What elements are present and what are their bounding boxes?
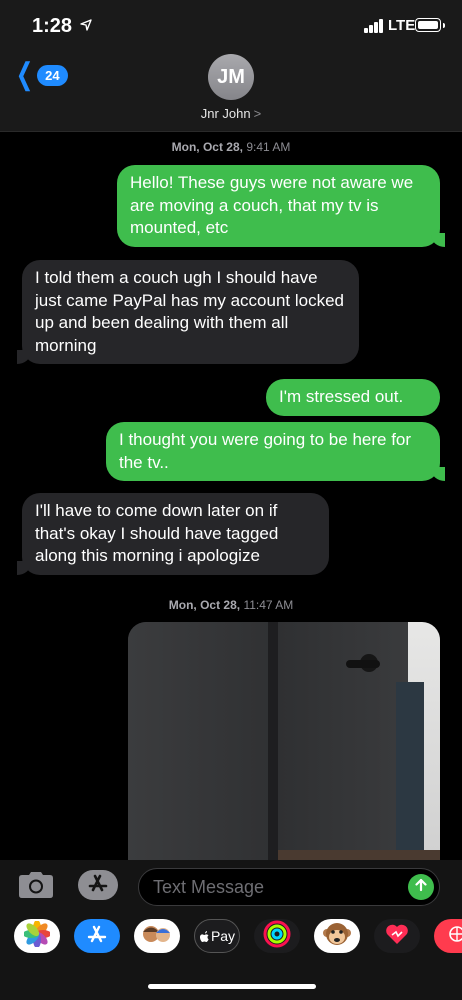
memoji-stickers-icon [141, 922, 173, 951]
contact-name-button[interactable]: Jnr John > [0, 106, 462, 121]
timestamp-day: Mon, Oct 28, [171, 140, 243, 154]
network-type: LTE [388, 17, 416, 34]
app-store-button[interactable] [78, 870, 118, 900]
message-bubble-received[interactable]: I told them a couch ugh I should have ju… [17, 260, 359, 364]
arrow-up-icon [414, 878, 428, 897]
photos-icon [23, 919, 51, 952]
chevron-right-icon: > [253, 106, 262, 121]
photos-app-button[interactable] [14, 919, 60, 953]
door-image-area [278, 622, 408, 872]
cellular-signal-icon [364, 19, 384, 33]
send-button[interactable] [408, 874, 434, 900]
activity-app-button[interactable] [254, 919, 300, 953]
activity-icon [263, 920, 291, 953]
stair-railing [396, 682, 424, 872]
timestamp-day: Mon, Oct 28, [168, 598, 241, 612]
message-bubble-sent[interactable]: Hello! These guys were not aware we are … [117, 165, 445, 247]
apple-pay-icon: Pay [199, 928, 235, 944]
app-store-icon [87, 872, 109, 899]
chevron-left-icon: ❮ [15, 58, 34, 91]
app-store-icon [86, 923, 108, 950]
message-input[interactable] [153, 875, 393, 899]
timestamp: Mon, Oct 28, 11:47 AM [0, 598, 462, 612]
imessage-app-drawer: Pay [0, 912, 462, 1000]
search-icon [447, 924, 462, 949]
contact-avatar[interactable]: JM [208, 54, 254, 100]
photo-attachment[interactable] [128, 622, 440, 872]
home-indicator[interactable] [148, 984, 316, 989]
message-bubble-sent[interactable]: I thought you were going to be here for … [106, 422, 445, 481]
back-button[interactable]: ❮ 24 [12, 60, 68, 90]
avatar-initials: JM [217, 65, 245, 88]
location-arrow-icon [80, 18, 92, 34]
timestamp-time: 9:41 AM [246, 140, 291, 154]
message-input-bar [0, 860, 462, 912]
apple-pay-label: Pay [210, 928, 236, 944]
camera-icon[interactable] [18, 872, 54, 898]
timestamp-time: 11:47 AM [243, 598, 294, 612]
door-handle [346, 660, 380, 668]
timestamp: Mon, Oct 28, 9:41 AM [0, 140, 462, 154]
status-bar: 1:28 LTE [0, 0, 462, 52]
animoji-button[interactable] [314, 919, 360, 953]
memoji-stickers-button[interactable] [134, 919, 180, 953]
conversation-header: ❮ 24 JM Jnr John > [0, 52, 462, 132]
unread-count-badge: 24 [37, 64, 68, 86]
app-store-app-button[interactable] [74, 919, 120, 953]
message-text-field[interactable] [138, 868, 440, 906]
digital-touch-button[interactable] [374, 919, 420, 953]
animoji-icon [323, 921, 351, 952]
status-time: 1:28 [32, 15, 73, 37]
web-search-button[interactable] [434, 919, 462, 953]
message-bubble-received[interactable]: I'll have to come down later on if that'… [17, 493, 329, 575]
battery-icon [415, 18, 445, 32]
contact-name: Jnr John [200, 106, 251, 121]
message-bubble-sent[interactable]: I'm stressed out. [266, 379, 440, 416]
apple-pay-button[interactable]: Pay [194, 919, 240, 953]
digital-touch-icon [385, 923, 409, 950]
